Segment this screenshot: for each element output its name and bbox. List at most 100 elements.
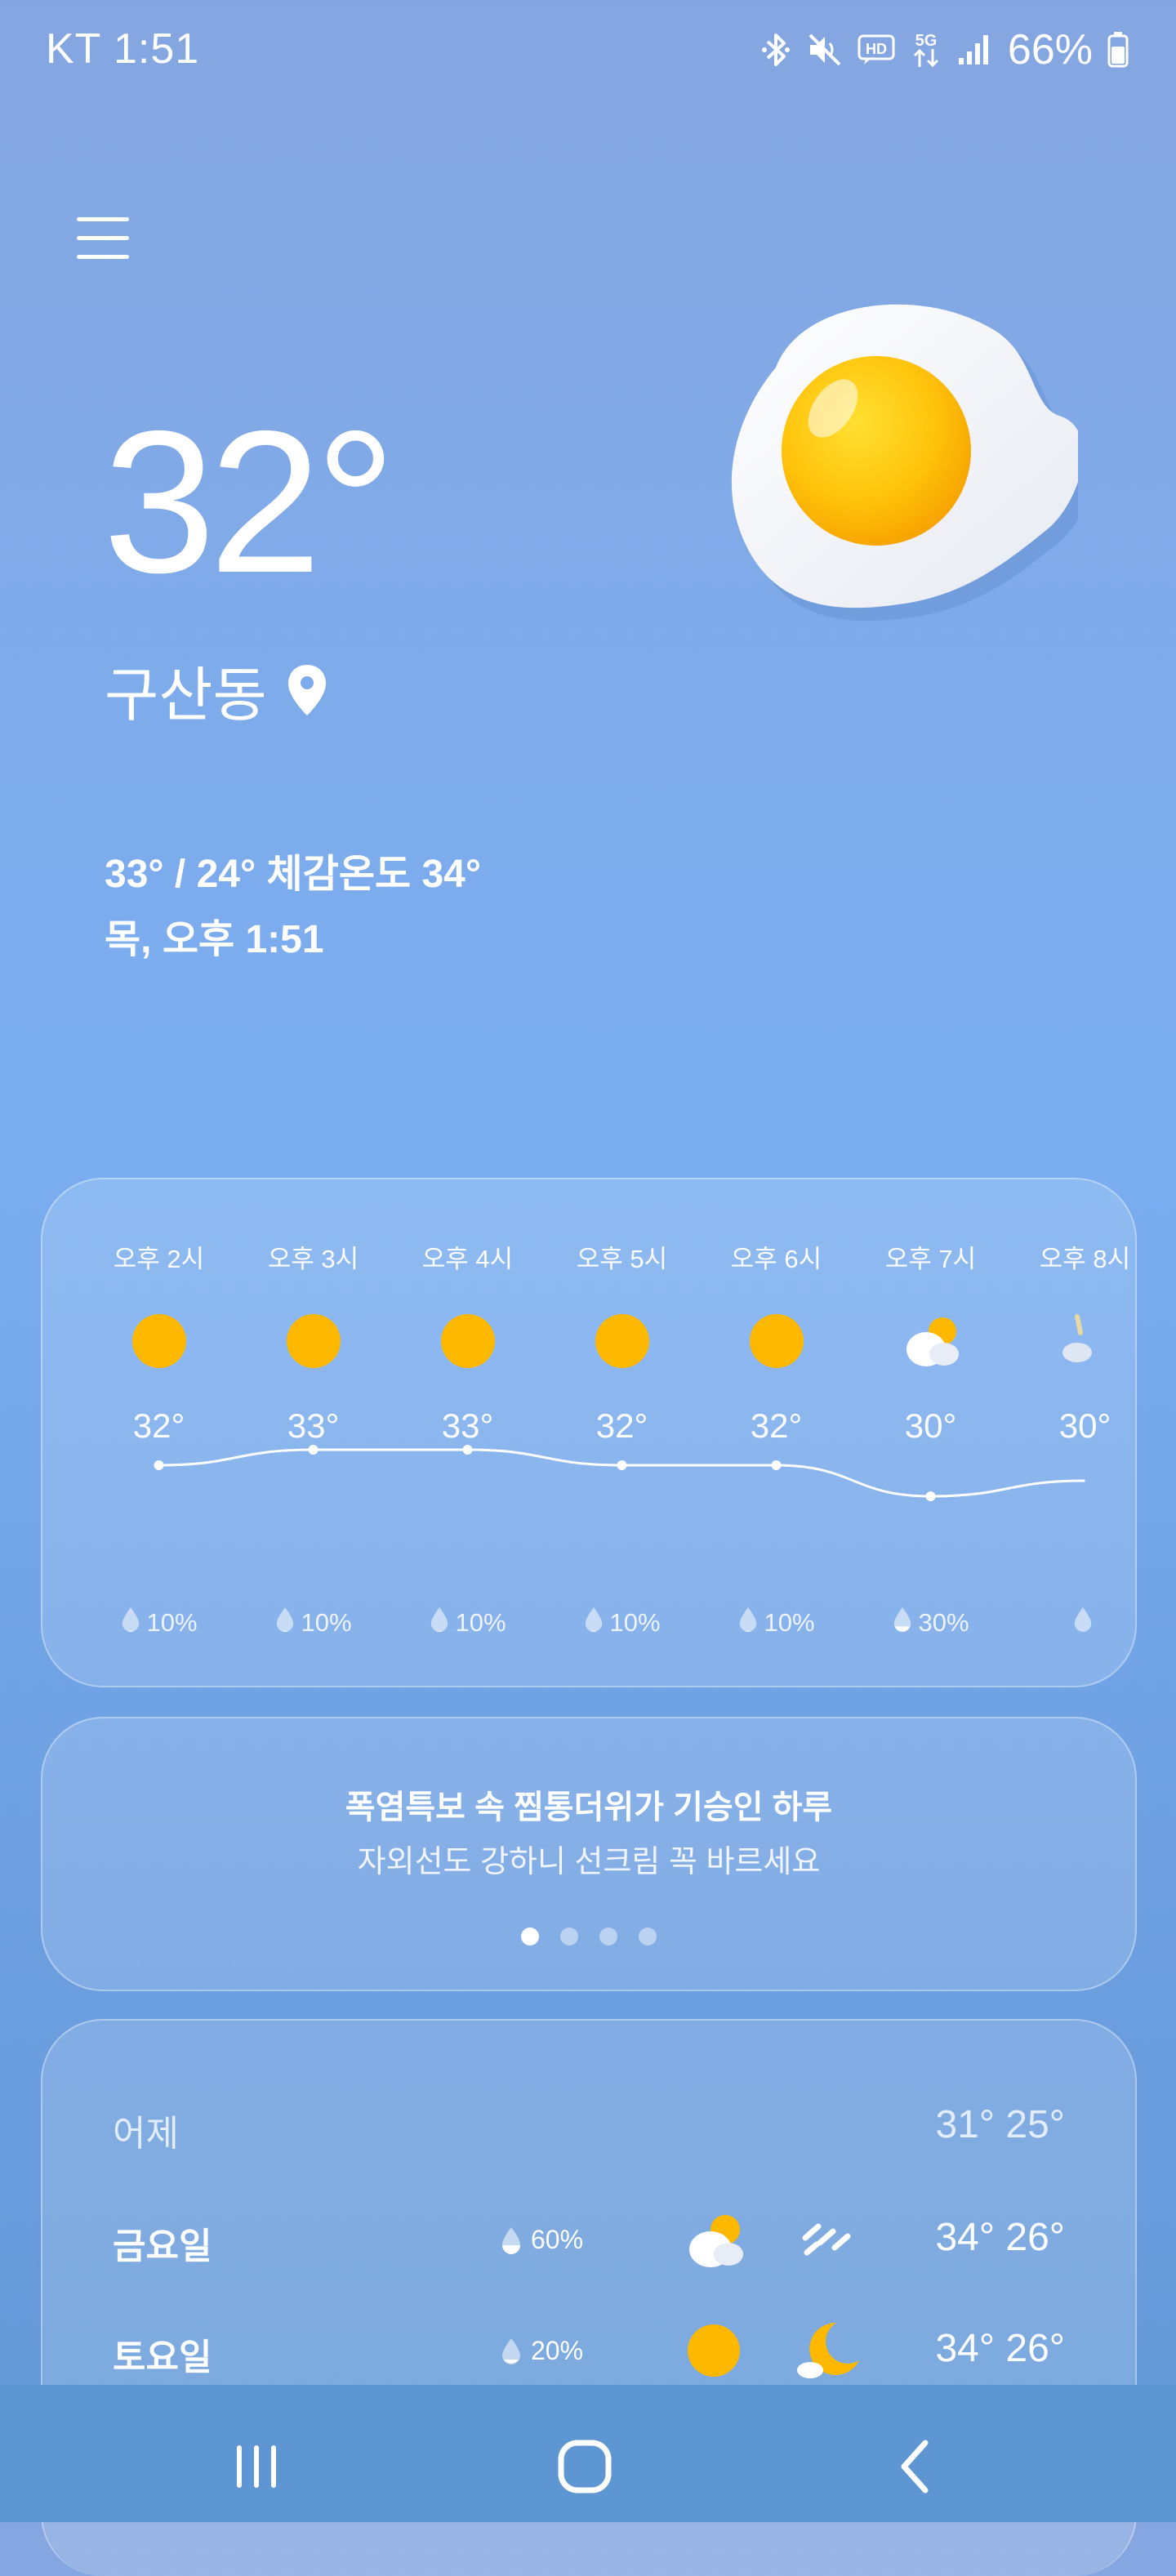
- hour-precip-value: 10%: [609, 1608, 660, 1638]
- partly-cloudy-icon: [898, 1308, 964, 1374]
- drop-icon: [1072, 1606, 1094, 1640]
- day-precip-value: 60%: [531, 2225, 583, 2255]
- hour-time: 오후 2시: [82, 1238, 236, 1275]
- hour-column: 오후 8시 30°: [1008, 1179, 1134, 1686]
- hour-precip: 10%: [545, 1606, 699, 1640]
- hour-temp: 32°: [82, 1406, 236, 1446]
- hourly-forecast-card[interactable]: 오후 2시 32° 10% 오후 3시 33° 10% 오후 4시 33° 10% 오후 5시 32…: [41, 1178, 1137, 1687]
- partly-cloudy-icon: [679, 2205, 748, 2274]
- hour-temp: 32°: [699, 1406, 853, 1446]
- hour-precip-value: 10%: [301, 1608, 351, 1638]
- carrier-time: KT 1:51: [46, 25, 199, 74]
- status-icons: HD 5G 66%: [760, 21, 1129, 78]
- page-dot: [599, 1928, 617, 1945]
- day-temps: 34° 26°: [935, 2326, 1065, 2371]
- day-name: 금요일: [113, 2217, 212, 2269]
- high-low-feels-like: 33° / 24° 체감온도 34°: [105, 841, 481, 898]
- alert-title: 폭염특보 속 찜통더위가 기승인 하루: [42, 1780, 1135, 1828]
- back-icon[interactable]: [866, 2426, 964, 2507]
- rain-icon: [794, 2205, 862, 2274]
- status-bar: KT 1:51 HD 5G 66%: [0, 0, 1176, 98]
- drop-icon: [429, 1606, 450, 1640]
- hour-column: 오후 2시 32° 10%: [82, 1179, 236, 1686]
- sun-icon: [435, 1308, 501, 1374]
- hour-time: 오후 3시: [236, 1238, 390, 1275]
- page-dot: [560, 1928, 578, 1945]
- drop-icon: [500, 2337, 523, 2366]
- day-name: 토요일: [113, 2328, 212, 2380]
- signal-icon: [957, 33, 993, 66]
- drop-icon: [120, 1606, 141, 1640]
- drop-icon: [500, 2226, 523, 2255]
- page-dot: [639, 1928, 657, 1945]
- navigation-bar: [0, 2385, 1176, 2522]
- daily-row-friday[interactable]: 금요일 60% 34° 26°: [42, 2197, 1135, 2279]
- hour-time: 오후 4시: [390, 1238, 545, 1275]
- hour-temp: 30°: [1008, 1406, 1134, 1446]
- daily-row-yesterday[interactable]: 어제 31° 25°: [42, 2084, 1135, 2166]
- hourly-scroll[interactable]: 오후 2시 32° 10% 오후 3시 33° 10% 오후 4시 33° 10% 오후 5시 32…: [82, 1179, 1134, 1686]
- day-temps: 34° 26°: [935, 2215, 1065, 2260]
- hour-precip: 10%: [390, 1606, 545, 1640]
- hour-column: 오후 7시 30° 30%: [853, 1179, 1008, 1686]
- recent-apps-icon[interactable]: [207, 2426, 305, 2507]
- sun-icon: [590, 1308, 655, 1374]
- hd-voice-icon: HD: [858, 34, 895, 65]
- battery-icon: [1107, 32, 1129, 68]
- hour-precip-value: 10%: [455, 1608, 506, 1638]
- current-temperature: 32°: [103, 400, 390, 603]
- weather-alert-card[interactable]: 폭염특보 속 찜통더위가 기승인 하루 자외선도 강하니 선크림 꼭 바르세요: [41, 1717, 1137, 1991]
- hour-precip: 10%: [82, 1606, 236, 1640]
- sun-icon: [744, 1308, 809, 1374]
- hour-precip: [1008, 1606, 1134, 1640]
- 5g-icon: 5G: [910, 29, 942, 70]
- home-icon[interactable]: [536, 2426, 634, 2507]
- moon-cloud-icon: [794, 2316, 862, 2385]
- location-row[interactable]: 구산동: [105, 647, 327, 733]
- day-precip-value: 20%: [531, 2336, 583, 2366]
- mute-icon: [807, 32, 843, 68]
- svg-text:5G: 5G: [915, 32, 938, 50]
- hour-precip-value: 30%: [918, 1608, 969, 1638]
- hour-precip-value: 10%: [764, 1608, 814, 1638]
- svg-text:HD: HD: [866, 41, 887, 57]
- hour-temp: 30°: [853, 1406, 1008, 1446]
- day-name: 어제: [113, 2104, 179, 2156]
- location-pin-icon: [287, 663, 327, 717]
- hour-precip: 30%: [853, 1606, 1008, 1640]
- hour-precip: 10%: [699, 1606, 853, 1640]
- hour-precip-value: 10%: [146, 1608, 197, 1638]
- current-datetime: 목, 오후 1:51: [105, 907, 324, 964]
- drop-icon: [274, 1606, 296, 1640]
- hour-temp: 32°: [545, 1406, 699, 1446]
- drop-icon: [583, 1606, 604, 1640]
- page-indicator: [42, 1928, 1135, 1945]
- sunny-egg-icon: [719, 294, 1078, 637]
- day-precip: 60%: [500, 2225, 583, 2255]
- alert-subtitle: 자외선도 강하니 선크림 꼭 바르세요: [42, 1836, 1135, 1881]
- drop-icon: [737, 1606, 759, 1640]
- drop-icon: [892, 1606, 913, 1640]
- battery-percent: 66%: [1008, 25, 1093, 74]
- hour-temp: 33°: [236, 1406, 390, 1446]
- hour-column: 오후 5시 32° 10%: [545, 1179, 699, 1686]
- bluetooth-icon: [760, 30, 792, 69]
- day-temps: 31° 25°: [935, 2102, 1065, 2147]
- hour-temp: 33°: [390, 1406, 545, 1446]
- hour-time: 오후 7시: [853, 1238, 1008, 1275]
- menu-icon[interactable]: [77, 214, 131, 263]
- hour-column: 오후 3시 33° 10%: [236, 1179, 390, 1686]
- sun-icon: [281, 1308, 346, 1374]
- hour-column: 오후 4시 33° 10%: [390, 1179, 545, 1686]
- hour-precip: 10%: [236, 1606, 390, 1640]
- day-precip: 20%: [500, 2336, 583, 2366]
- hour-time: 오후 5시: [545, 1238, 699, 1275]
- hour-time: 오후 8시: [1008, 1238, 1134, 1275]
- daily-row-saturday[interactable]: 토요일 20% 34° 26°: [42, 2308, 1135, 2390]
- sun-icon: [127, 1308, 192, 1374]
- hour-time: 오후 6시: [699, 1238, 853, 1275]
- hour-column: 오후 6시 32° 10%: [699, 1179, 853, 1686]
- location-name: 구산동: [105, 647, 267, 733]
- cloudy-night-icon: [1053, 1308, 1118, 1374]
- sun-icon: [679, 2316, 748, 2385]
